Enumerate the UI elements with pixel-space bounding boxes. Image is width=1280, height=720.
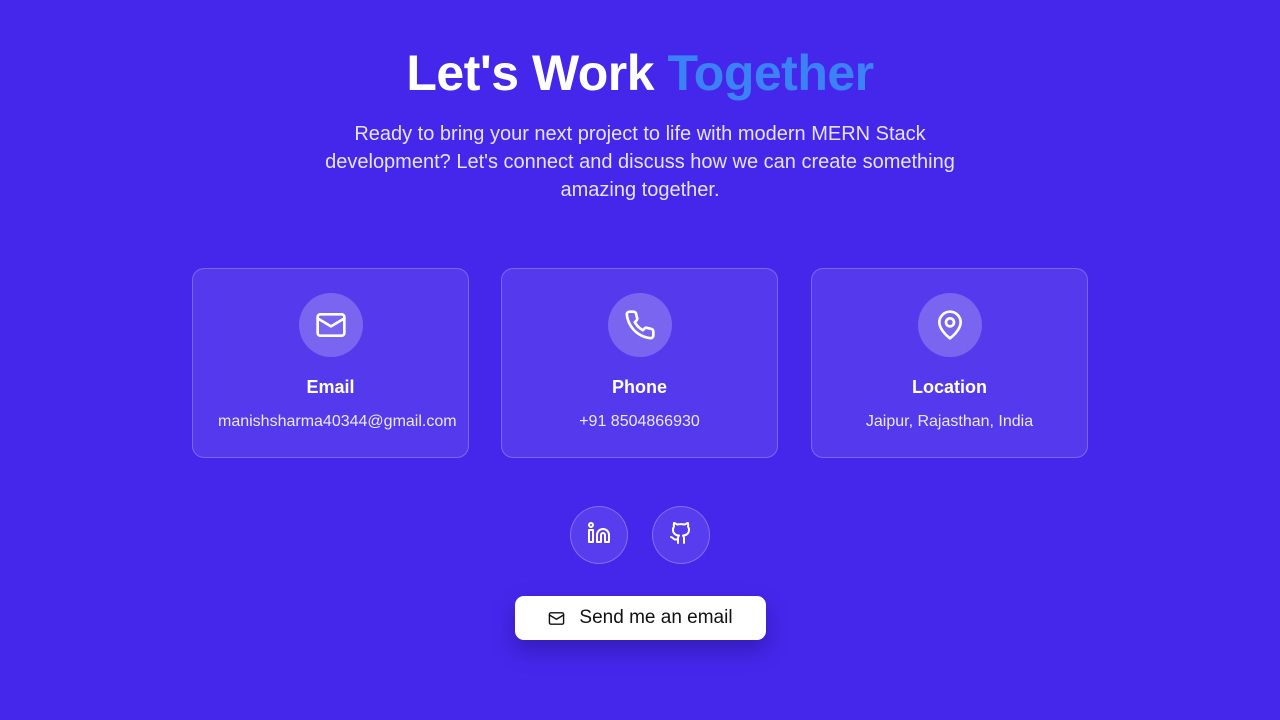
email-value: manishsharma40344@gmail.com — [218, 413, 457, 430]
mail-icon — [548, 610, 565, 627]
intro-text: Ready to bring your next project to life… — [325, 123, 955, 201]
title-accent: Together — [667, 45, 874, 101]
email-label: Email — [306, 377, 355, 397]
mail-icon — [298, 293, 363, 357]
linkedin-icon — [587, 521, 611, 550]
phone-value: +91 8504866930 — [579, 413, 700, 430]
linkedin-button[interactable] — [570, 506, 628, 564]
title-main: Let's Work — [406, 45, 655, 101]
location-value: Jaipur, Rajasthan, India — [865, 413, 1034, 430]
github-icon — [669, 521, 693, 550]
contact-cards: Email manishsharma40344@gmail.com Phone … — [0, 268, 1280, 458]
location-label: Location — [912, 377, 987, 397]
email-card: Email manishsharma40344@gmail.com — [192, 268, 469, 458]
map-pin-icon — [917, 293, 982, 357]
phone-label: Phone — [611, 377, 667, 397]
phone-icon — [607, 293, 672, 357]
send-email-label: Send me an email — [579, 607, 733, 628]
contact-section: Let's Work Together Ready to bring your … — [0, 0, 1280, 720]
location-card: Location Jaipur, Rajasthan, India — [811, 268, 1088, 458]
send-email-button[interactable]: Send me an email — [515, 596, 766, 640]
github-button[interactable] — [652, 506, 710, 564]
page-title: Let's Work Together — [0, 42, 1280, 104]
phone-card: Phone +91 8504866930 — [501, 268, 778, 458]
